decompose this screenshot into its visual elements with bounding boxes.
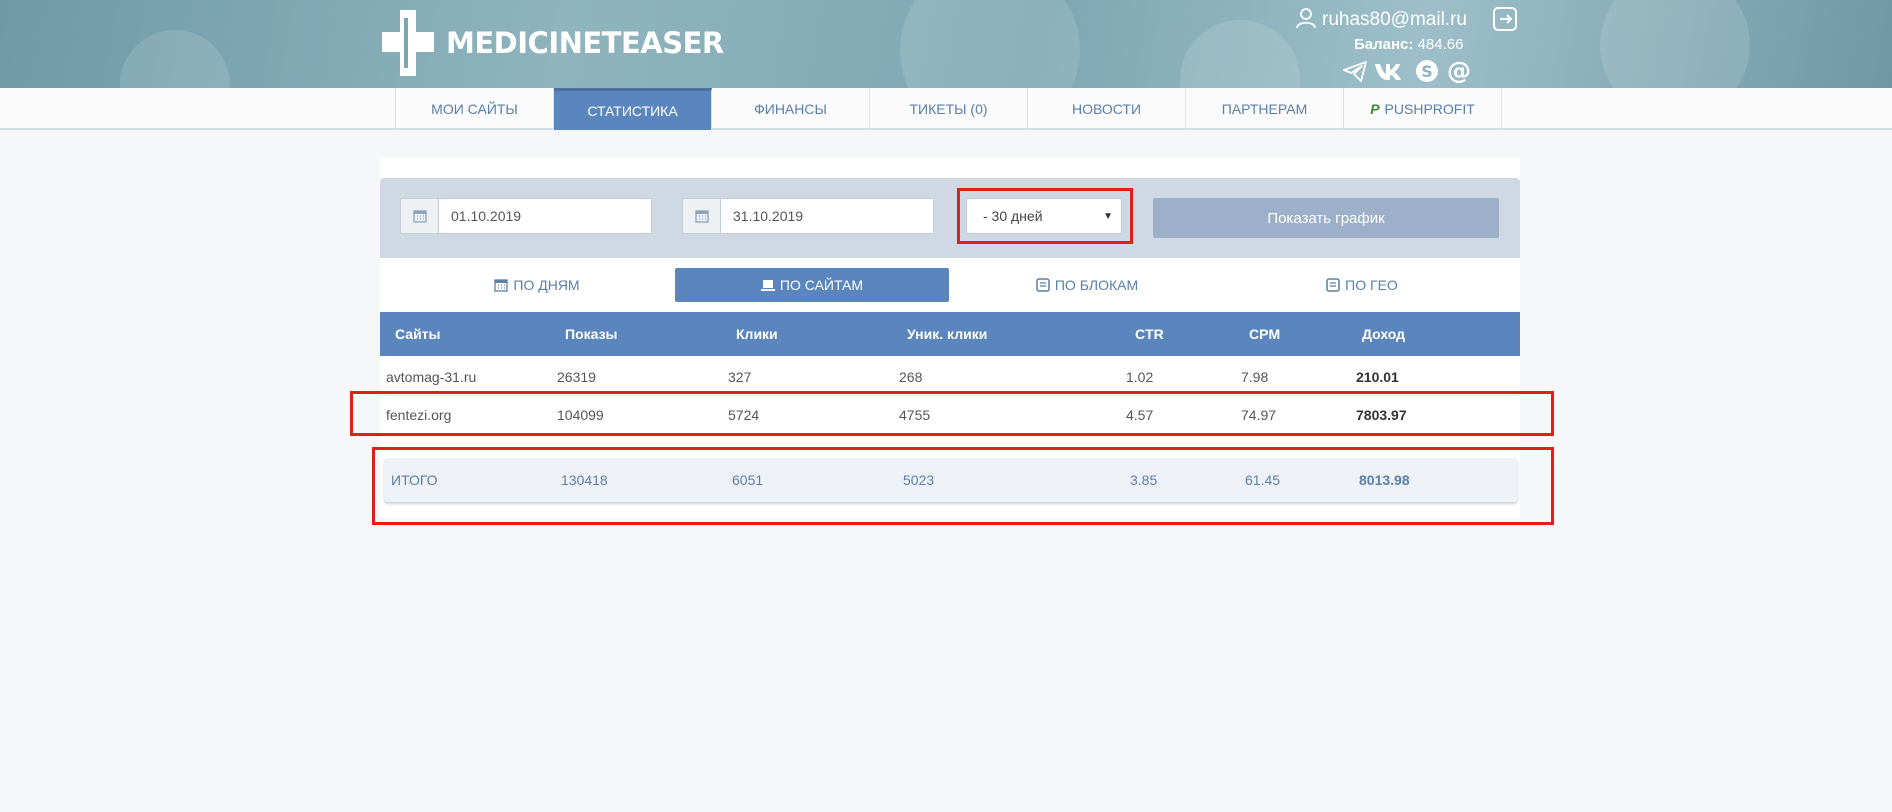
period-select-value: - 30 дней xyxy=(983,208,1043,224)
nav-item-pushprofit-label: PUSHPROFIT xyxy=(1384,101,1475,117)
tab-label: ПО ДНЯМ xyxy=(513,277,580,293)
user-icon xyxy=(1296,7,1316,33)
cell-ctr: 1.02 xyxy=(1126,369,1154,385)
medical-cross-icon xyxy=(380,8,436,78)
block-icon xyxy=(1326,278,1340,292)
laptop-icon xyxy=(760,278,775,292)
cell-clicks: 5724 xyxy=(728,407,760,423)
site-header: MEDICINETEASER ruhas80@mail.ru Баланс: 4… xyxy=(0,0,1892,88)
nav-item-my-sites[interactable]: МОИ САЙТЫ xyxy=(396,88,554,130)
column-header-impressions[interactable]: Показы xyxy=(565,312,618,356)
cell-income: 7803.97 xyxy=(1356,407,1407,423)
nav-item-finances[interactable]: ФИНАНСЫ xyxy=(712,88,870,130)
total-impressions: 130418 xyxy=(561,472,608,488)
total-cpm: 61.45 xyxy=(1245,472,1281,488)
user-profile-link[interactable]: ruhas80@mail.ru xyxy=(1296,6,1467,34)
date-to-group xyxy=(682,198,934,234)
date-to-input[interactable] xyxy=(721,199,933,233)
paypal-icon: P xyxy=(1370,101,1380,117)
social-links: S @ xyxy=(1342,57,1472,85)
svg-text:S: S xyxy=(1421,62,1433,81)
svg-text:@: @ xyxy=(1447,58,1471,84)
total-unique-clicks: 5023 xyxy=(903,472,935,488)
column-header-sites[interactable]: Сайты xyxy=(395,312,441,356)
cell-site[interactable]: fentezi.org xyxy=(386,396,451,434)
cell-clicks: 327 xyxy=(728,369,752,385)
site-logo[interactable]: MEDICINETEASER xyxy=(380,8,724,78)
total-income: 8013.98 xyxy=(1359,472,1410,488)
tab-by-sites[interactable]: ПО САЙТАМ xyxy=(675,268,949,302)
table-total-row: ИТОГО 130418 6051 5023 3.85 61.45 8013.9… xyxy=(384,458,1518,502)
column-header-clicks[interactable]: Клики xyxy=(736,312,778,356)
cell-site[interactable]: avtomag-31.ru xyxy=(386,358,476,396)
column-header-ctr[interactable]: CTR xyxy=(1135,312,1164,356)
cell-cpm: 74.97 xyxy=(1241,407,1277,423)
tab-label: ПО БЛОКАМ xyxy=(1054,277,1139,293)
logout-icon[interactable] xyxy=(1492,6,1518,32)
table-header: Сайты Показы Клики Уник. клики CTR CPM Д… xyxy=(380,312,1520,356)
user-email: ruhas80@mail.ru xyxy=(1322,9,1467,30)
nav-item-tickets[interactable]: ТИКЕТЫ (0) xyxy=(870,88,1028,130)
block-icon xyxy=(1036,278,1050,292)
user-block: ruhas80@mail.ru Баланс: 484.66 S @ xyxy=(1296,4,1522,85)
nav-item-pushprofit[interactable]: P PUSHPROFIT xyxy=(1344,88,1502,130)
total-clicks: 6051 xyxy=(732,472,764,488)
table-row: avtomag-31.ru 26319 327 268 1.02 7.98 21… xyxy=(380,358,1520,396)
vk-icon[interactable] xyxy=(1374,58,1408,84)
date-from-group xyxy=(400,198,652,234)
calendar-icon xyxy=(494,278,509,292)
nav-item-statistics[interactable]: СТАТИСТИКА xyxy=(554,88,712,130)
logo-text: MEDICINETEASER xyxy=(446,26,724,60)
period-select[interactable]: - 30 дней ▼ xyxy=(966,198,1122,234)
column-header-cpm[interactable]: CPM xyxy=(1249,312,1280,356)
cell-income: 210.01 xyxy=(1356,369,1399,385)
cell-unique-clicks: 4755 xyxy=(899,407,931,423)
tab-by-days[interactable]: ПО ДНЯМ xyxy=(400,268,674,302)
tab-label: ПО САЙТАМ xyxy=(779,277,864,293)
cell-ctr: 4.57 xyxy=(1126,407,1154,423)
caret-down-icon: ▼ xyxy=(1103,211,1113,222)
cell-cpm: 7.98 xyxy=(1241,369,1269,385)
tab-label: ПО ГЕО xyxy=(1345,277,1398,293)
cell-unique-clicks: 268 xyxy=(899,369,923,385)
total-label: ИТОГО xyxy=(391,472,438,488)
nav-item-partners[interactable]: ПАРТНЕРАМ xyxy=(1186,88,1344,130)
tab-by-geo[interactable]: ПО ГЕО xyxy=(1225,268,1499,302)
main-nav: МОИ САЙТЫ СТАТИСТИКА ФИНАНСЫ ТИКЕТЫ (0) … xyxy=(0,88,1892,130)
balance-label: Баланс: xyxy=(1354,36,1414,53)
column-header-unique-clicks[interactable]: Уник. клики xyxy=(907,312,987,356)
cell-impressions: 26319 xyxy=(557,369,596,385)
balance: Баланс: 484.66 xyxy=(1354,36,1463,53)
skype-icon[interactable]: S xyxy=(1414,58,1440,84)
nav-items: МОИ САЙТЫ СТАТИСТИКА ФИНАНСЫ ТИКЕТЫ (0) … xyxy=(395,88,1502,130)
table-row: fentezi.org 104099 5724 4755 4.57 74.97 … xyxy=(380,396,1520,434)
date-from-input[interactable] xyxy=(439,199,651,233)
calendar-icon[interactable] xyxy=(401,199,439,233)
calendar-icon[interactable] xyxy=(683,199,721,233)
tab-by-blocks[interactable]: ПО БЛОКАМ xyxy=(950,268,1224,302)
nav-item-news[interactable]: НОВОСТИ xyxy=(1028,88,1186,130)
column-header-income[interactable]: Доход xyxy=(1362,312,1405,356)
total-ctr: 3.85 xyxy=(1130,472,1158,488)
cell-impressions: 104099 xyxy=(557,407,604,423)
balance-value: 484.66 xyxy=(1417,36,1464,53)
show-chart-button[interactable]: Показать график xyxy=(1153,198,1499,238)
email-at-icon[interactable]: @ xyxy=(1446,57,1472,85)
telegram-icon[interactable] xyxy=(1342,58,1368,84)
